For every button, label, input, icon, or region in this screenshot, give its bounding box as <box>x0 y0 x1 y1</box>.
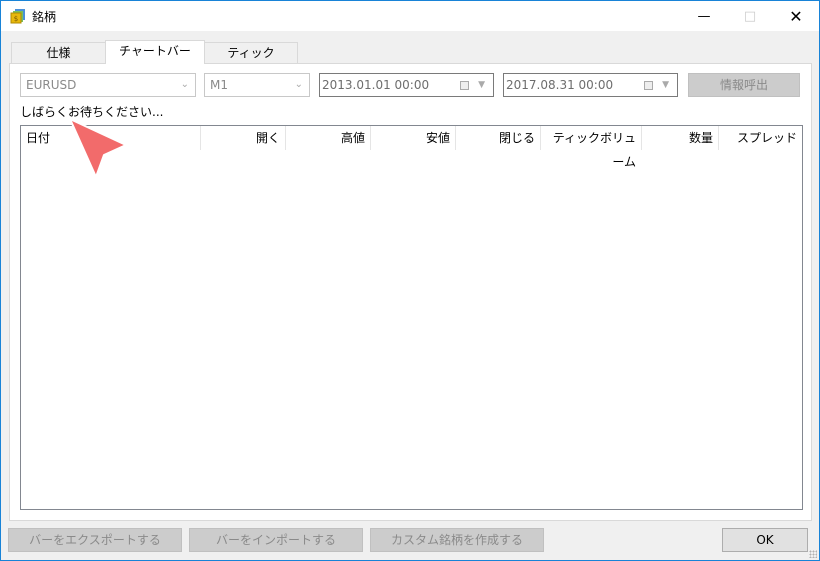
resize-grip[interactable] <box>809 550 817 558</box>
symbols-dialog: $ 銘柄 — □ ✕ 仕様 チャートバー ティック EURUSD ⌄ M1 ⌄ 20… <box>0 0 820 561</box>
title-bar: $ 銘柄 — □ ✕ <box>1 1 819 31</box>
window-title: 銘柄 <box>32 10 57 24</box>
timeframe-select[interactable]: M1 ⌄ <box>204 73 310 97</box>
column-header-high[interactable]: 高値 <box>286 126 371 150</box>
column-header-volume[interactable]: 数量 <box>642 126 719 150</box>
create-custom-symbol-button[interactable]: カスタム銘柄を作成する <box>370 528 544 552</box>
tab-specification[interactable]: 仕様 <box>11 42 106 64</box>
chevron-down-icon: ⌄ <box>294 79 303 90</box>
column-header-tick-volume[interactable]: ティックボリューム <box>541 126 642 169</box>
ok-button[interactable]: OK <box>722 528 808 552</box>
minimize-button[interactable]: — <box>681 1 727 31</box>
close-button[interactable]: ✕ <box>773 1 819 31</box>
tab-label: 仕様 <box>46 46 71 60</box>
maximize-button[interactable]: □ <box>727 1 773 31</box>
column-header-spread[interactable]: スプレッド <box>719 126 802 150</box>
date-to-picker[interactable]: 2017.08.31 00:00 ▼ <box>503 73 678 97</box>
chevron-down-icon: ⌄ <box>180 79 189 90</box>
maximize-icon: □ <box>743 8 757 24</box>
minimize-icon: — <box>697 8 711 24</box>
timeframe-value: M1 <box>210 78 228 92</box>
dropdown-arrow-icon: ▼ <box>478 80 485 90</box>
column-header-open[interactable]: 開く <box>201 126 286 150</box>
symbol-value: EURUSD <box>26 78 77 92</box>
svg-text:$: $ <box>14 15 18 23</box>
tab-label: チャートバー <box>119 44 191 58</box>
dropdown-arrow-icon: ▼ <box>662 80 669 90</box>
calendar-icon <box>460 81 469 90</box>
symbol-select[interactable]: EURUSD ⌄ <box>20 73 196 97</box>
column-header-date[interactable]: 日付 <box>21 126 201 150</box>
request-button[interactable]: 情報呼出 <box>688 73 800 97</box>
status-text: しばらくお待ちください... <box>20 105 164 119</box>
tab-chart-bars[interactable]: チャートバー <box>105 40 205 64</box>
bars-table[interactable]: 日付 開く 高値 安値 閉じる ティックボリューム 数量 スプレッド <box>20 125 803 510</box>
date-to-value: 2017.08.31 00:00 <box>506 78 614 92</box>
tab-label: ティック <box>227 46 275 60</box>
date-from-picker[interactable]: 2013.01.01 00:00 ▼ <box>319 73 494 97</box>
app-icon: $ <box>10 9 25 24</box>
tab-ticks[interactable]: ティック <box>204 42 298 64</box>
calendar-icon <box>644 81 653 90</box>
export-bars-button[interactable]: バーをエクスポートする <box>8 528 182 552</box>
column-header-close[interactable]: 閉じる <box>456 126 541 150</box>
import-bars-button[interactable]: バーをインポートする <box>189 528 363 552</box>
date-from-value: 2013.01.01 00:00 <box>322 78 430 92</box>
close-icon: ✕ <box>789 6 803 26</box>
column-header-low[interactable]: 安値 <box>371 126 456 150</box>
